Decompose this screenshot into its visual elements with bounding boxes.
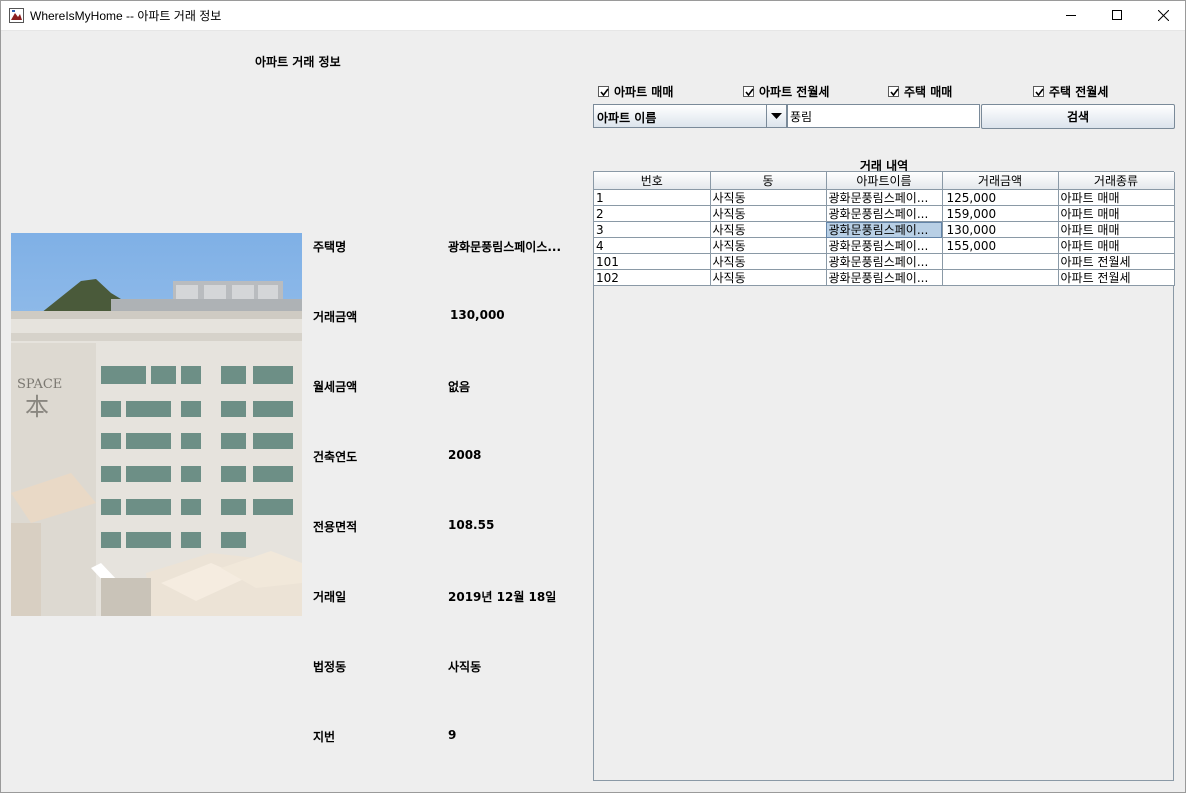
filter-label: 아파트 전월세 [759,84,830,99]
maximize-button[interactable] [1094,0,1140,30]
detail-value-build-year: 2008 [448,448,482,462]
page-title: 아파트 거래 정보 [255,55,341,69]
detail-label-build-year: 건축연도 [313,450,358,464]
filter-label: 주택 매매 [904,84,953,99]
table-cell[interactable]: 광화문풍림스페이... [825,205,943,222]
checkbox-box[interactable] [743,85,754,97]
table-cell[interactable]: 광화문풍림스페이... [825,269,943,286]
minimize-button[interactable] [1048,0,1094,30]
table-cell[interactable]: 아파트 전월세 [1057,269,1175,286]
close-icon [1157,9,1169,21]
detail-label-deal-date: 거래일 [313,590,347,604]
checkbox-box[interactable] [598,85,609,97]
apartment-photo: SPACE 本 [11,233,302,616]
detail-value-name: 광화문풍림스페이스... [448,240,562,254]
title-bar: WhereIsMyHome -- 아파트 거래 정보 [0,0,1186,31]
check-icon [745,88,754,96]
detail-label-area: 전용면적 [313,520,358,534]
table-cell[interactable]: 2 [594,205,711,222]
table-cell[interactable]: 사직동 [709,205,827,222]
table-cell[interactable]: 102 [594,269,711,286]
table-cell[interactable]: 아파트 매매 [1057,237,1175,254]
table-cell-selected[interactable]: 광화문풍림스페이... [825,221,943,238]
search-button[interactable]: 검색 [981,104,1175,129]
table-cell[interactable]: 아파트 매매 [1057,205,1175,222]
search-field-select[interactable]: 아파트 이름 [593,104,787,128]
column-header-apt-name[interactable]: 아파트이름 [825,172,943,190]
table-row[interactable]: 4 사직동 광화문풍림스페이... 155,000 아파트 매매 [594,237,1175,254]
detail-value-deal-date: 2019년 12월 18일 [448,590,557,604]
table-row[interactable]: 101 사직동 광화문풍림스페이... 아파트 전월세 [594,253,1175,270]
table-cell[interactable] [941,253,1059,270]
table-cell[interactable] [941,269,1059,286]
detail-value-jibun: 9 [448,728,457,742]
check-icon [1035,88,1044,96]
java-app-icon [9,8,24,23]
filter-house-sale-checkbox[interactable]: 주택 매매 [888,84,953,99]
checkbox-box[interactable] [888,85,899,97]
table-row[interactable]: 1 사직동 광화문풍림스페이... 125,000 아파트 매매 [594,189,1175,206]
filter-apt-rent-checkbox[interactable]: 아파트 전월세 [743,84,830,99]
table-cell[interactable]: 3 [594,221,711,238]
table-cell[interactable]: 아파트 전월세 [1057,253,1175,270]
dropdown-arrow-button[interactable] [766,105,786,127]
column-header-dong[interactable]: 동 [709,172,827,190]
table-cell[interactable]: 사직동 [709,189,827,206]
detail-label-jibun: 지번 [313,730,336,744]
search-input[interactable] [787,104,980,128]
detail-value-area: 108.55 [448,518,495,532]
minimize-icon [1066,15,1076,16]
detail-value-dong: 사직동 [448,660,482,674]
table-cell[interactable]: 101 [594,253,711,270]
checkbox-box[interactable] [1033,85,1044,97]
detail-label-name: 주택명 [313,240,347,254]
detail-label-dong: 법정동 [313,660,347,674]
filter-label: 주택 전월세 [1049,84,1109,99]
table-cell[interactable]: 아파트 매매 [1057,189,1175,206]
filter-apt-sale-checkbox[interactable]: 아파트 매매 [598,84,674,99]
table-cell[interactable]: 125,000 [941,189,1059,206]
column-header-no[interactable]: 번호 [594,172,711,190]
table-cell[interactable]: 광화문풍림스페이... [825,189,943,206]
table-cell[interactable]: 사직동 [709,269,827,286]
check-icon [890,88,899,96]
table-cell[interactable]: 사직동 [709,221,827,238]
table-cell[interactable]: 사직동 [709,237,827,254]
table-cell[interactable]: 광화문풍림스페이... [825,253,943,270]
table-cell[interactable]: 1 [594,189,711,206]
search-field-value: 아파트 이름 [597,111,657,125]
deals-table[interactable]: 번호 동 아파트이름 거래금액 거래종류 1 사직동 광화문풍림스페이... 1… [593,171,1175,781]
table-cell[interactable]: 159,000 [941,205,1059,222]
table-cell[interactable]: 아파트 매매 [1057,221,1175,238]
maximize-icon [1112,10,1122,20]
photo-sign-glyph: 本 [25,393,49,421]
filter-label: 아파트 매매 [614,84,674,99]
table-cell[interactable]: 130,000 [941,221,1059,238]
filter-house-rent-checkbox[interactable]: 주택 전월세 [1033,84,1109,99]
detail-label-price: 거래금액 [313,310,358,324]
window-title: WhereIsMyHome -- 아파트 거래 정보 [30,9,222,23]
table-cell[interactable]: 사직동 [709,253,827,270]
table-cell[interactable]: 광화문풍림스페이... [825,237,943,254]
table-row-selected[interactable]: 3 사직동 광화문풍림스페이... 130,000 아파트 매매 [594,221,1175,238]
detail-value-price: 130,000 [450,308,505,322]
photo-sign-text: SPACE [17,377,62,392]
table-header-row: 번호 동 아파트이름 거래금액 거래종류 [594,172,1175,190]
column-header-price[interactable]: 거래금액 [941,172,1059,190]
check-icon [600,88,609,96]
detail-label-monthly-rent: 월세금액 [313,380,358,394]
table-row[interactable]: 2 사직동 광화문풍림스페이... 159,000 아파트 매매 [594,205,1175,222]
detail-value-monthly-rent: 없음 [448,380,471,394]
table-cell[interactable]: 4 [594,237,711,254]
table-row[interactable]: 102 사직동 광화문풍림스페이... 아파트 전월세 [594,269,1175,286]
close-button[interactable] [1140,0,1186,30]
table-cell[interactable]: 155,000 [941,237,1059,254]
column-header-deal-type[interactable]: 거래종류 [1057,172,1175,190]
chevron-down-icon [771,113,782,119]
